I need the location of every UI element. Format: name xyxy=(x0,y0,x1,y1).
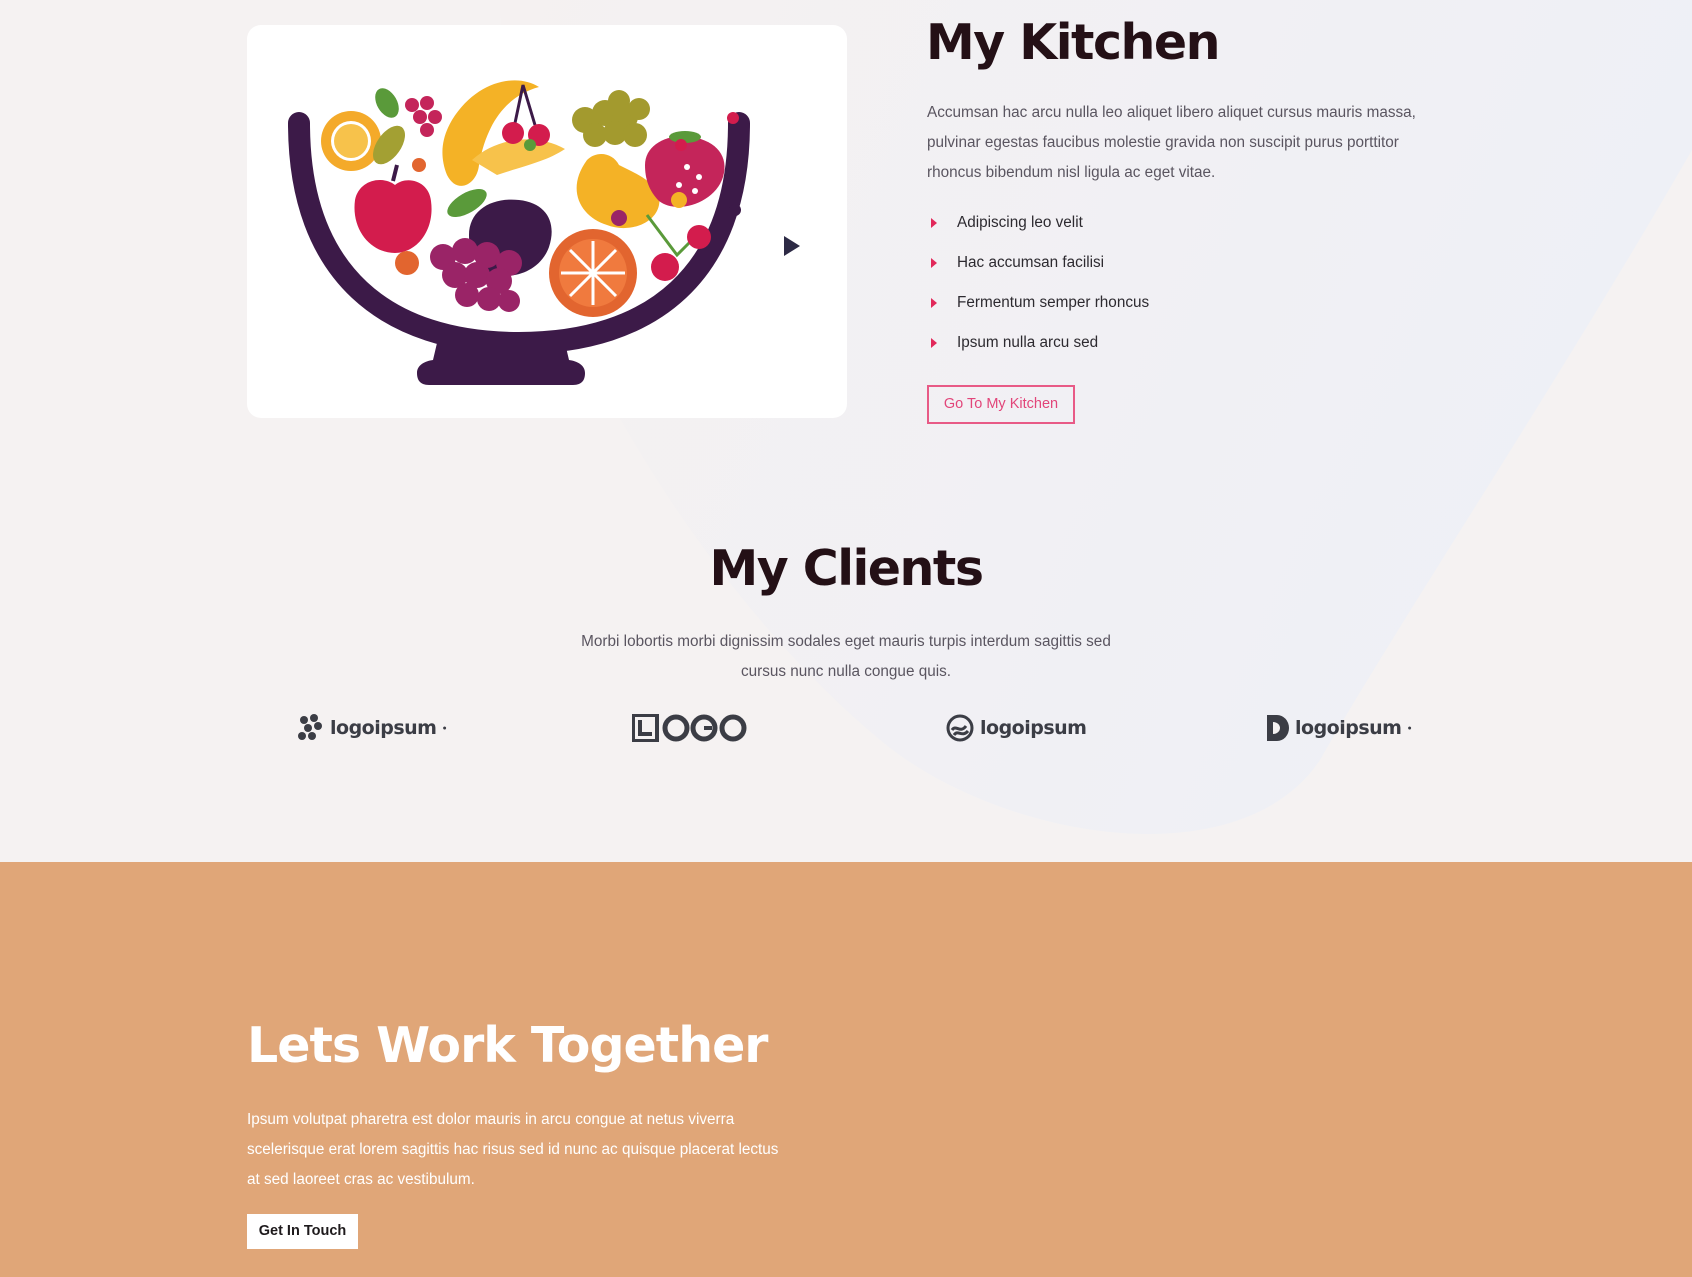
get-in-touch-button[interactable]: Get In Touch xyxy=(247,1214,358,1249)
feature-label: Ipsum nulla arcu sed xyxy=(957,334,1099,351)
play-button[interactable] xyxy=(754,220,830,272)
play-icon xyxy=(784,236,800,256)
half-circle-icon xyxy=(1267,715,1289,741)
video-thumbnail[interactable] xyxy=(247,25,847,418)
feature-item: Fermentum semper rhoncus xyxy=(927,288,1149,328)
feature-list: Adipiscing leo velit Hac accumsan facili… xyxy=(927,208,1149,368)
wave-circle-icon xyxy=(946,714,974,742)
client-logo-text: logoipsum xyxy=(330,717,437,739)
kitchen-section: My Kitchen Accumsan hac arcu nulla leo a… xyxy=(0,0,1692,862)
cta-description: Ipsum volutpat pharetra est dolor mauris… xyxy=(247,1111,779,1188)
feature-item: Ipsum nulla arcu sed xyxy=(927,328,1149,368)
kitchen-description: Accumsan hac arcu nulla leo aliquet libe… xyxy=(927,104,1416,181)
chain-dots-icon xyxy=(298,714,322,740)
cta-section: Lets Work Together Ipsum volutpat pharet… xyxy=(0,862,1692,1277)
client-logo-text: logoipsum xyxy=(980,717,1087,739)
feature-label: Adipiscing leo velit xyxy=(957,214,1083,231)
cta-title: Lets Work Together xyxy=(247,1017,768,1074)
caret-right-icon xyxy=(931,258,937,268)
client-logo-2[interactable] xyxy=(632,710,748,746)
trademark-dot: ● xyxy=(442,724,447,732)
client-logo-1[interactable]: logoipsum ● xyxy=(296,710,447,746)
clients-description: Morbi lobortis morbi dignissim sodales e… xyxy=(581,633,1111,680)
logo-wordmark xyxy=(632,714,747,742)
caret-right-icon xyxy=(931,218,937,228)
caret-right-icon xyxy=(931,338,937,348)
client-logo-4[interactable]: logoipsum ● xyxy=(1265,710,1412,746)
feature-label: Fermentum semper rhoncus xyxy=(957,294,1150,311)
clients-title: My Clients xyxy=(709,540,984,597)
feature-item: Adipiscing leo velit xyxy=(927,208,1149,248)
kitchen-title: My Kitchen xyxy=(926,14,1221,71)
caret-right-icon xyxy=(931,298,937,308)
trademark-dot: ● xyxy=(1407,724,1412,732)
client-logo-3[interactable]: logoipsum xyxy=(946,710,1087,746)
feature-item: Hac accumsan facilisi xyxy=(927,248,1149,288)
client-logo-text: logoipsum xyxy=(1295,717,1402,739)
feature-label: Hac accumsan facilisi xyxy=(957,254,1105,271)
go-to-kitchen-button[interactable]: Go To My Kitchen xyxy=(927,385,1075,424)
